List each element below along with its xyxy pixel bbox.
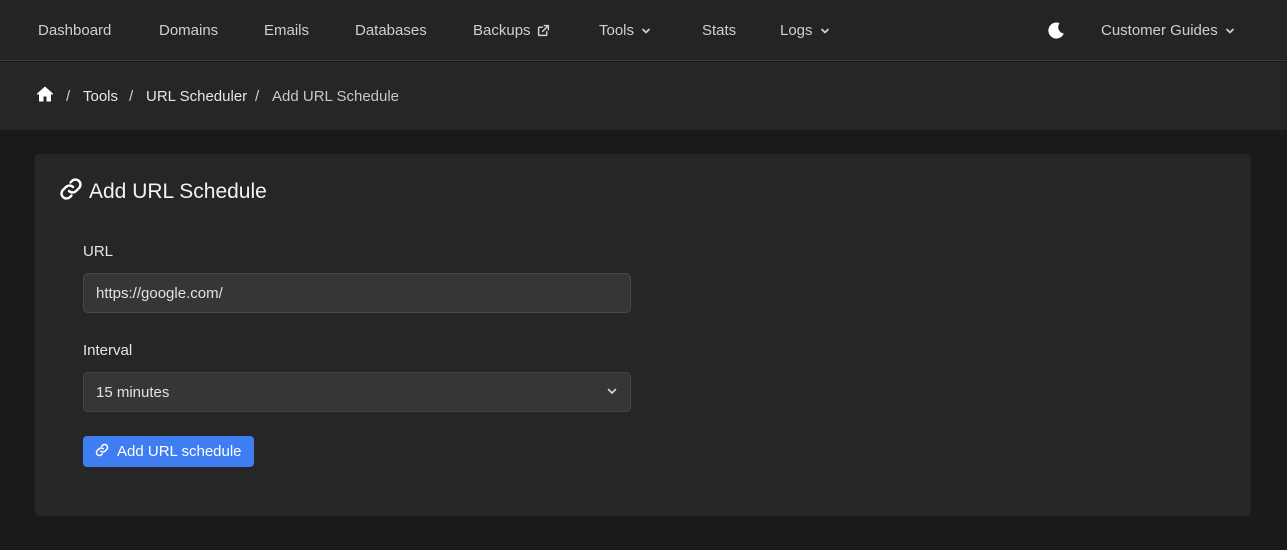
nav-label: Dashboard xyxy=(38,22,112,39)
nav-item-stats[interactable]: Stats xyxy=(702,0,736,61)
add-url-schedule-button[interactable]: Add URL schedule xyxy=(83,436,254,467)
breadcrumb-current: Add URL Schedule xyxy=(272,87,400,105)
theme-toggle-button[interactable] xyxy=(1046,0,1066,61)
customer-guides-dropdown[interactable]: Customer Guides xyxy=(1101,0,1236,61)
breadcrumb-tools[interactable]: Tools xyxy=(83,62,118,130)
breadcrumb-url-scheduler[interactable]: URL Scheduler xyxy=(146,62,247,130)
add-url-schedule-card: Add URL Schedule URL Interval 15 minutes… xyxy=(35,154,1251,516)
interval-label: Interval xyxy=(83,342,133,359)
chevron-down-icon xyxy=(1224,25,1236,37)
nav-label: Databases xyxy=(355,22,427,39)
nav-label: Tools xyxy=(599,22,635,39)
chevron-down-icon xyxy=(606,384,618,401)
breadcrumb-separator: / xyxy=(255,87,260,105)
top-navigation: Dashboard Domains Emails Databases Backu… xyxy=(0,0,1287,61)
chevron-down-icon xyxy=(819,25,831,37)
link-icon xyxy=(59,177,83,207)
nav-item-dashboard[interactable]: Dashboard xyxy=(38,0,111,61)
interval-select[interactable]: 15 minutes xyxy=(83,372,631,412)
breadcrumb-separator: / xyxy=(129,87,134,105)
nav-label: Stats xyxy=(702,22,737,39)
moon-icon xyxy=(1046,21,1066,41)
external-link-icon xyxy=(537,24,550,37)
link-icon xyxy=(95,443,109,461)
url-label: URL xyxy=(83,243,114,260)
nav-item-emails[interactable]: Emails xyxy=(264,0,309,61)
nav-label: Emails xyxy=(264,22,310,39)
breadcrumb-home[interactable] xyxy=(36,62,54,130)
home-icon xyxy=(36,85,54,107)
page-title: Add URL Schedule xyxy=(59,178,267,206)
nav-item-databases[interactable]: Databases xyxy=(355,0,427,61)
nav-item-tools[interactable]: Tools xyxy=(599,0,652,61)
nav-item-backups[interactable]: Backups xyxy=(473,0,550,61)
nav-label: Backups xyxy=(473,22,531,39)
nav-label: Logs xyxy=(780,22,813,39)
nav-label: Domains xyxy=(159,22,219,39)
nav-item-domains[interactable]: Domains xyxy=(159,0,218,61)
customer-guides-label: Customer Guides xyxy=(1101,22,1218,39)
breadcrumb: / Tools / URL Scheduler / Add URL Schedu… xyxy=(0,62,1287,130)
url-input[interactable] xyxy=(83,273,631,313)
breadcrumb-separator: / xyxy=(66,87,71,105)
nav-item-logs[interactable]: Logs xyxy=(780,0,831,61)
interval-selected-value: 15 minutes xyxy=(96,383,170,401)
chevron-down-icon xyxy=(640,25,652,37)
add-url-schedule-label: Add URL schedule xyxy=(117,443,242,460)
page-title-text: Add URL Schedule xyxy=(89,180,267,203)
